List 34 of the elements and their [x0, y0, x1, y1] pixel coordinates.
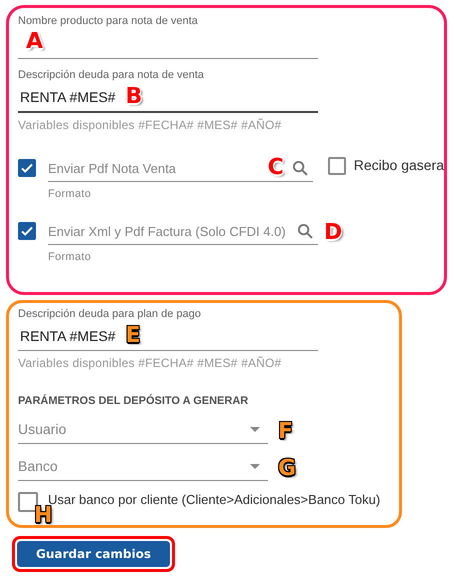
- section-title: PARÁMETROS DEL DEPÓSITO A GENERAR: [18, 395, 250, 407]
- save-button[interactable]: Guardar cambios: [17, 541, 170, 567]
- annotation-marker: H: [34, 504, 52, 528]
- annotation-marker: C: [268, 156, 284, 180]
- select-field[interactable]: Banco: [18, 452, 268, 481]
- input-field[interactable]: A: [18, 28, 318, 59]
- input-field[interactable]: Enviar Xml y Pdf Factura (Solo CFDI 4.0): [48, 218, 318, 245]
- annotation-marker: D: [324, 221, 342, 245]
- checkbox-label: Recibo gasera: [354, 157, 444, 173]
- input-field[interactable]: RENTA #MES# E: [18, 321, 318, 351]
- annotation-marker: B: [125, 84, 142, 108]
- input-field[interactable]: RENTA #MES# B: [18, 82, 318, 113]
- annotation-marker: E: [125, 324, 140, 348]
- checkbox-label: Usar banco por cliente (Cliente>Adicionales>Banco Toku): [48, 492, 380, 507]
- checkbox[interactable]: [328, 157, 346, 175]
- field-caption: Formato: [48, 188, 92, 200]
- field-label: Nombre producto para nota de venta: [18, 14, 199, 28]
- annotation-marker: G: [278, 457, 296, 481]
- annotation-marker: A: [26, 30, 44, 54]
- hint-text: Variables disponibles #FECHA# #MES# #AÑO#: [18, 118, 282, 132]
- field-label: Descripción deuda para plan de pago: [18, 307, 202, 321]
- hint-text: Variables disponibles #FECHA# #MES# #AÑO#: [18, 356, 282, 370]
- select-field[interactable]: Usuario: [18, 415, 268, 444]
- search-icon[interactable]: [292, 160, 309, 176]
- input-field[interactable]: Enviar Pdf Nota Venta C: [48, 155, 313, 182]
- checkbox[interactable]: [18, 159, 36, 177]
- annotation-marker: F: [278, 420, 294, 444]
- checkbox[interactable]: [18, 222, 36, 240]
- checkbox[interactable]: [18, 492, 38, 512]
- caret-icon: [250, 464, 260, 468]
- search-icon[interactable]: [297, 222, 314, 240]
- field-label: Descripción deuda para nota de venta: [18, 68, 205, 82]
- field-caption: Formato: [48, 251, 92, 263]
- caret-icon: [250, 426, 260, 432]
